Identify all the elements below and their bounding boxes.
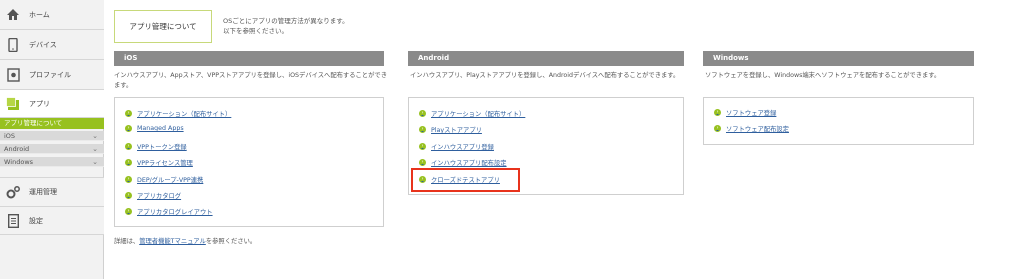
android-link-label: インハウスアプリ配布設定 — [431, 160, 507, 167]
profile-icon — [6, 67, 20, 82]
intro-note-line2: 以下を参照ください。 — [223, 27, 288, 35]
android-link-label: アプリケーション（配布サイト） — [431, 111, 526, 118]
arrow-bullet-icon: › — [419, 110, 426, 117]
arrow-bullet-icon: › — [125, 176, 132, 183]
arrow-bullet-icon: › — [419, 143, 426, 150]
nav-devices-label: デバイス — [29, 40, 57, 49]
settings-icon — [6, 213, 20, 228]
windows-link-label: ソフトウェア登録 — [726, 110, 777, 117]
ios-link-label: VPPトークン登録 — [137, 144, 187, 151]
intro-note-line1: OSごとにアプリの管理方法が異なります。 — [223, 17, 349, 25]
sidebar: ホーム デバイス プロファイル アプリ アプリ管理について iOS ⌄ Andr… — [0, 0, 104, 279]
submenu-android-label: Android — [4, 145, 30, 153]
arrow-bullet-icon: › — [125, 125, 132, 132]
nav-settings-label: 設定 — [29, 216, 43, 225]
windows-description: ソフトウェアを登録し、Windows端末へソフトウェアを配布することができます。 — [705, 72, 941, 79]
footer-note: 詳細は、管理者機能Tマニュアルを参照ください。 — [114, 236, 256, 245]
windows-link-label: ソフトウェア配布設定 — [726, 126, 789, 133]
ios-header: iOS — [114, 51, 384, 66]
android-header: Android — [408, 51, 684, 66]
chevron-down-icon: ⌄ — [92, 132, 98, 140]
apps-icon — [6, 96, 20, 111]
android-link-label: Playストアアプリ — [431, 127, 482, 134]
android-link-inhouse-distribution[interactable]: › インハウスアプリ配布設定 — [419, 158, 507, 167]
chevron-down-icon: ⌄ — [92, 145, 98, 153]
nav-operations[interactable]: 運用管理 — [0, 177, 104, 207]
arrow-bullet-icon: › — [125, 143, 132, 150]
nav-home-label: ホーム — [29, 10, 50, 19]
submenu-ios-label: iOS — [4, 132, 16, 140]
nav-devices[interactable]: デバイス — [0, 30, 104, 60]
windows-header: Windows — [703, 51, 974, 66]
submenu-windows-label: Windows — [4, 158, 34, 166]
ios-link-box: › アプリケーション（配布サイト） › Managed Apps › VPPトークン登… — [114, 97, 384, 227]
ios-link-app-distribution[interactable]: › アプリケーション（配布サイト） — [125, 109, 231, 118]
ios-link-vpp-token[interactable]: › VPPトークン登録 — [125, 142, 187, 151]
intro-note: OSごとにアプリの管理方法が異なります。 以下を参照ください。 — [223, 16, 349, 36]
home-icon — [6, 8, 20, 22]
arrow-bullet-icon: › — [419, 159, 426, 166]
submenu-ios[interactable]: iOS ⌄ — [0, 131, 104, 141]
arrow-bullet-icon: › — [419, 126, 426, 133]
submenu-windows[interactable]: Windows ⌄ — [0, 157, 104, 167]
ios-link-vpp-license[interactable]: › VPPライセンス管理 — [125, 158, 193, 167]
arrow-bullet-icon: › — [714, 109, 721, 116]
ios-link-label: アプリカタログレイアウト — [137, 209, 213, 216]
submenu-app-management[interactable]: アプリ管理について — [0, 118, 104, 129]
nav-apps[interactable]: アプリ — [0, 90, 104, 118]
ios-link-label: アプリケーション（配布サイト） — [137, 111, 232, 118]
ios-link-label: DEP/グループ-VPP連携 — [137, 177, 204, 184]
chevron-down-icon: ⌄ — [92, 158, 98, 166]
footer-suffix: を参照ください。 — [205, 238, 257, 245]
manual-link[interactable]: 管理者機能Tマニュアル — [139, 238, 206, 245]
nav-apps-label: アプリ — [29, 99, 50, 108]
nav-operations-label: 運用管理 — [29, 188, 57, 196]
windows-link-software-register[interactable]: › ソフトウェア登録 — [714, 108, 776, 117]
ios-link-catalog-layout[interactable]: › アプリカタログレイアウト — [125, 207, 213, 216]
ios-link-label: VPPライセンス管理 — [137, 160, 193, 167]
ios-link-label: Managed Apps — [137, 125, 184, 132]
android-link-app-distribution[interactable]: › アプリケーション（配布サイト） — [419, 109, 525, 118]
ios-description: インハウスアプリ、Appストア、VPPストアアプリを登録し、iOSデバイスへ配布… — [114, 72, 387, 89]
android-link-play-store[interactable]: › Playストアアプリ — [419, 125, 482, 134]
windows-link-box: › ソフトウェア登録 › ソフトウェア配布設定 — [703, 97, 974, 145]
arrow-bullet-icon: › — [714, 125, 721, 132]
nav-profiles-label: プロファイル — [29, 70, 71, 79]
windows-link-software-distribution[interactable]: › ソフトウェア配布設定 — [714, 124, 789, 133]
operations-icon — [6, 185, 20, 199]
submenu-android[interactable]: Android ⌄ — [0, 144, 104, 154]
ios-link-dep-vpp[interactable]: › DEP/グループ-VPP連携 — [125, 175, 203, 184]
ios-link-app-catalog[interactable]: › アプリカタログ — [125, 191, 181, 200]
arrow-bullet-icon: › — [125, 208, 132, 215]
android-link-label: インハウスアプリ登録 — [431, 144, 494, 151]
ios-link-label: アプリカタログ — [137, 193, 182, 200]
nav-profiles[interactable]: プロファイル — [0, 60, 104, 90]
ios-link-managed-apps[interactable]: › Managed Apps — [125, 125, 184, 132]
footer-prefix: 詳細は、 — [114, 238, 140, 245]
closed-test-highlight — [411, 168, 520, 192]
app-management-title-box: アプリ管理について — [114, 10, 212, 43]
nav-home[interactable]: ホーム — [0, 0, 104, 30]
device-icon — [6, 37, 20, 52]
arrow-bullet-icon: › — [125, 110, 132, 117]
nav-settings[interactable]: 設定 — [0, 207, 104, 235]
android-description: インハウスアプリ、Playストアアプリを登録し、Androidデバイスへ配布する… — [410, 72, 680, 79]
android-link-inhouse-register[interactable]: › インハウスアプリ登録 — [419, 142, 494, 151]
arrow-bullet-icon: › — [125, 159, 132, 166]
arrow-bullet-icon: › — [125, 192, 132, 199]
